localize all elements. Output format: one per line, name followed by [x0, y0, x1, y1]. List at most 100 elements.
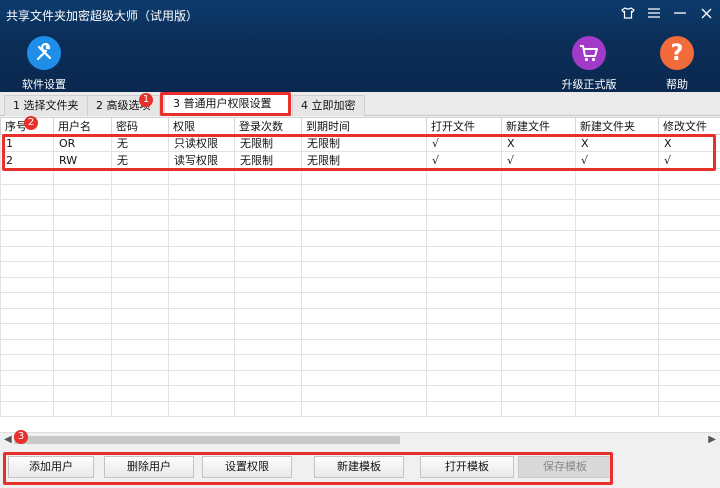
- column-header[interactable]: 新建文件夹: [575, 117, 659, 135]
- empty-cell: [0, 338, 54, 355]
- close-icon[interactable]: [698, 4, 714, 22]
- upgrade-label: 升级正式版: [561, 78, 617, 91]
- empty-cell: [0, 323, 54, 340]
- empty-cell: [501, 230, 576, 247]
- annotation-badge-2: 2: [24, 116, 38, 130]
- empty-cell: [501, 369, 576, 386]
- empty-cell: [501, 385, 576, 402]
- empty-cell: [0, 292, 54, 309]
- window-controls: [620, 4, 714, 22]
- empty-cell: [301, 214, 427, 231]
- annotation-badge-3: 3: [14, 430, 28, 444]
- empty-cell: [53, 385, 112, 402]
- empty-cell: [301, 385, 427, 402]
- empty-cell: [575, 385, 659, 402]
- empty-cell: [168, 385, 235, 402]
- column-header[interactable]: 权限: [168, 117, 235, 135]
- empty-cell: [658, 354, 720, 371]
- empty-cell: [301, 276, 427, 293]
- empty-cell: [111, 400, 169, 417]
- empty-cell: [301, 183, 427, 200]
- empty-cell: [575, 338, 659, 355]
- empty-cell: [111, 261, 169, 278]
- empty-cell: [575, 307, 659, 324]
- column-header[interactable]: 修改文件: [658, 117, 720, 135]
- empty-cell: [658, 214, 720, 231]
- empty-cell: [426, 400, 502, 417]
- empty-cell: [501, 354, 576, 371]
- upgrade-button[interactable]: 升级正式版: [559, 36, 619, 92]
- column-header[interactable]: 新建文件: [501, 117, 576, 135]
- empty-cell: [658, 369, 720, 386]
- tab-encrypt-now[interactable]: 4 立即加密: [292, 95, 365, 116]
- empty-cell: [111, 323, 169, 340]
- empty-cell: [234, 307, 302, 324]
- empty-cell: [111, 183, 169, 200]
- empty-cell: [111, 338, 169, 355]
- empty-cell: [301, 369, 427, 386]
- scrollbar-thumb[interactable]: [14, 436, 400, 444]
- empty-cell: [111, 276, 169, 293]
- empty-cell: [575, 199, 659, 216]
- minimize-icon[interactable]: [672, 4, 688, 22]
- annotation-box-tab: [160, 92, 291, 116]
- empty-cell: [53, 214, 112, 231]
- empty-cell: [501, 338, 576, 355]
- empty-cell: [658, 276, 720, 293]
- empty-cell: [575, 245, 659, 262]
- empty-cell: [0, 261, 54, 278]
- tab-select-folder[interactable]: 1 选择文件夹: [4, 95, 88, 116]
- empty-cell: [426, 230, 502, 247]
- empty-cell: [53, 292, 112, 309]
- scroll-left-icon[interactable]: ◀: [4, 434, 12, 445]
- empty-cell: [168, 183, 235, 200]
- settings-button[interactable]: 软件设置: [14, 36, 74, 92]
- empty-row: [0, 400, 720, 417]
- empty-cell: [501, 276, 576, 293]
- help-label: 帮助: [666, 78, 688, 91]
- column-header[interactable]: 到期时间: [301, 117, 427, 135]
- empty-cell: [0, 369, 54, 386]
- empty-cell: [234, 276, 302, 293]
- help-button[interactable]: ? 帮助: [647, 36, 707, 92]
- empty-cell: [501, 183, 576, 200]
- empty-row: [0, 307, 720, 324]
- column-header[interactable]: 打开文件: [426, 117, 502, 135]
- empty-cell: [426, 245, 502, 262]
- empty-cell: [53, 276, 112, 293]
- empty-cell: [301, 307, 427, 324]
- menu-icon[interactable]: [646, 4, 662, 22]
- empty-cell: [53, 354, 112, 371]
- column-header[interactable]: 登录次数: [234, 117, 302, 135]
- empty-cell: [0, 245, 54, 262]
- empty-row: [0, 183, 720, 200]
- empty-cell: [501, 323, 576, 340]
- empty-cell: [658, 323, 720, 340]
- horizontal-scrollbar[interactable]: ◀ ▶: [0, 432, 720, 446]
- empty-cell: [168, 261, 235, 278]
- empty-cell: [575, 400, 659, 417]
- empty-cell: [53, 199, 112, 216]
- empty-row: [0, 323, 720, 340]
- skin-icon[interactable]: [620, 4, 636, 22]
- empty-cell: [301, 323, 427, 340]
- empty-cell: [426, 369, 502, 386]
- column-header[interactable]: 用户名: [53, 117, 112, 135]
- empty-cell: [575, 354, 659, 371]
- scroll-right-icon[interactable]: ▶: [708, 434, 716, 445]
- empty-cell: [168, 338, 235, 355]
- empty-row: [0, 199, 720, 216]
- empty-cell: [234, 400, 302, 417]
- app-header: 共享文件夹加密超级大师（试用版） 软件设置 升级正式版 ? 帮助: [0, 0, 720, 92]
- empty-cell: [234, 214, 302, 231]
- empty-cell: [111, 214, 169, 231]
- empty-row: [0, 385, 720, 402]
- column-header[interactable]: 密码: [111, 117, 169, 135]
- empty-cell: [111, 369, 169, 386]
- empty-cell: [501, 292, 576, 309]
- empty-cell: [658, 230, 720, 247]
- empty-cell: [168, 400, 235, 417]
- empty-cell: [234, 369, 302, 386]
- empty-cell: [575, 276, 659, 293]
- empty-cell: [168, 245, 235, 262]
